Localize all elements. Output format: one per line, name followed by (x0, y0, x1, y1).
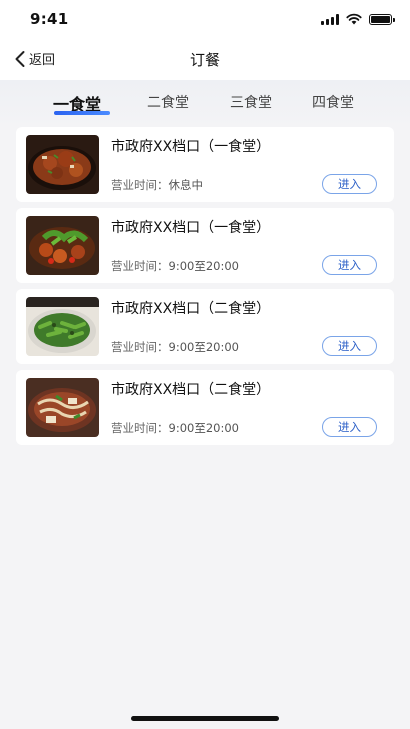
status-icons (321, 13, 395, 25)
hours-value: 9:00至20:00 (168, 421, 239, 435)
enter-button[interactable]: 进入 (322, 336, 377, 356)
business-hours: 营业时间：休息中 (111, 177, 203, 193)
dish-image (26, 135, 99, 194)
tab-canteen-2[interactable]: 二食堂 (147, 92, 189, 112)
stall-list: 市政府XX档口（一食堂） 营业时间：休息中 进入 市政府XX档口（一食堂） 营业… (16, 127, 394, 451)
home-indicator (131, 716, 279, 721)
stall-card[interactable]: 市政府XX档口（二食堂） 营业时间：9:00至20:00 进入 (16, 370, 394, 445)
enter-button[interactable]: 进入 (322, 255, 377, 275)
stall-title: 市政府XX档口（一食堂） (111, 139, 271, 155)
battery-icon (369, 13, 395, 25)
status-bar: 9:41 (0, 0, 410, 40)
dish-image (26, 378, 99, 437)
dish-image (26, 216, 99, 275)
tab-canteen-4[interactable]: 四食堂 (312, 92, 354, 112)
business-hours: 营业时间：9:00至20:00 (111, 258, 239, 274)
hours-label: 营业时间： (111, 340, 169, 354)
hours-value: 9:00至20:00 (168, 340, 239, 354)
status-time: 9:41 (30, 10, 69, 28)
stall-card[interactable]: 市政府XX档口（二食堂） 营业时间：9:00至20:00 进入 (16, 289, 394, 364)
stall-title: 市政府XX档口（一食堂） (111, 220, 271, 236)
stall-card[interactable]: 市政府XX档口（一食堂） 营业时间：休息中 进入 (16, 127, 394, 202)
hours-value: 9:00至20:00 (168, 259, 239, 273)
hours-label: 营业时间： (111, 259, 169, 273)
nav-bar: 返回 订餐 (0, 40, 410, 80)
stall-title: 市政府XX档口（二食堂） (111, 301, 271, 317)
dish-image (26, 297, 99, 356)
hours-label: 营业时间： (111, 421, 169, 435)
tab-canteen-3[interactable]: 三食堂 (230, 92, 272, 112)
business-hours: 营业时间：9:00至20:00 (111, 420, 239, 436)
wifi-icon (346, 13, 362, 25)
canteen-tabs: 一食堂 二食堂 三食堂 四食堂 (0, 92, 410, 118)
stall-title: 市政府XX档口（二食堂） (111, 382, 271, 398)
hours-label: 营业时间： (111, 178, 169, 192)
enter-button[interactable]: 进入 (322, 174, 377, 194)
tab-canteen-1[interactable]: 一食堂 (53, 91, 110, 115)
hours-value: 休息中 (168, 178, 204, 192)
stall-card[interactable]: 市政府XX档口（一食堂） 营业时间：9:00至20:00 进入 (16, 208, 394, 283)
enter-button[interactable]: 进入 (322, 417, 377, 437)
page-title: 订餐 (189, 51, 220, 69)
cellular-signal-icon (321, 13, 339, 25)
business-hours: 营业时间：9:00至20:00 (111, 339, 239, 355)
tab-active-underline (54, 111, 110, 115)
